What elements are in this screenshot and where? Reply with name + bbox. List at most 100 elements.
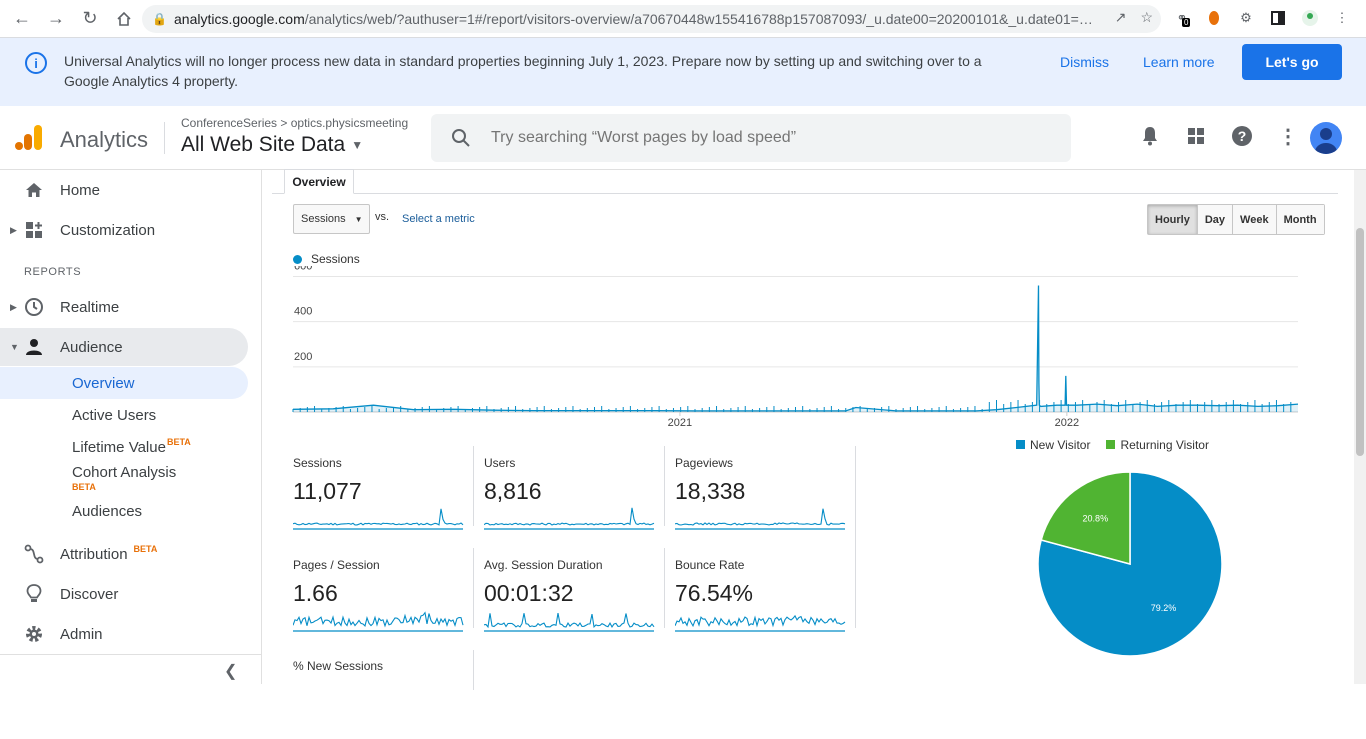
report-content: Overview Sessions ▼ vs. Select a metric H… — [262, 169, 1354, 690]
metric-value: 00:01:32 — [484, 580, 574, 606]
metric-selector[interactable]: Sessions ▼ — [293, 204, 370, 234]
metric-cell[interactable]: Sessions 11,077 — [293, 456, 475, 536]
sparkline-path — [675, 508, 846, 526]
forward-icon[interactable]: → — [40, 3, 72, 35]
collapse-arrow-icon: ▼ — [10, 342, 19, 352]
granularity-week[interactable]: Week — [1233, 205, 1277, 234]
sidebar-subitem-audiences[interactable]: Audiences — [0, 495, 248, 527]
sidebar-item-home[interactable]: Home — [0, 171, 248, 209]
granularity-day[interactable]: Day — [1197, 205, 1234, 234]
sidebar-item-attribution[interactable]: Attribution BETA — [0, 535, 248, 573]
help-icon[interactable]: ? — [1228, 122, 1256, 150]
extension-link-icon[interactable]: ⚭0 — [1172, 8, 1192, 28]
search-box[interactable] — [431, 114, 1071, 162]
app-name: Analytics — [60, 127, 149, 152]
sidebar-subitem-cohort-analysis[interactable]: Cohort Analysis BETA — [0, 461, 248, 497]
browser-toolbar: ← → ↻ 🔒 analytics.google.com/analytics/w… — [0, 0, 1366, 38]
learn-more-link[interactable]: Learn more — [1143, 54, 1215, 70]
metric-cell[interactable]: Pages / Session 1.66 — [293, 558, 475, 638]
sidebar-item-audience[interactable]: ▼ Audience — [0, 328, 248, 366]
search-input[interactable] — [491, 129, 1051, 147]
y-tick-label: 400 — [294, 306, 312, 318]
x-tick-label: 2022 — [1055, 417, 1079, 429]
account-avatar[interactable] — [1310, 122, 1342, 154]
expand-arrow-icon: ▶ — [10, 224, 17, 235]
metric-name: % New Sessions — [293, 659, 384, 673]
side-panel-icon[interactable] — [1268, 8, 1288, 28]
metric-cell[interactable]: Pageviews 18,338 — [675, 456, 857, 536]
tab-overview[interactable]: Overview — [284, 169, 354, 194]
dismiss-button[interactable]: Dismiss — [1060, 54, 1109, 70]
gear-icon — [24, 624, 44, 644]
more-vert-icon[interactable]: ⋮ — [1274, 122, 1302, 150]
metric-cell[interactable]: % New Sessions — [293, 659, 475, 739]
metric-divider — [473, 650, 474, 690]
account-breadcrumb[interactable]: ConferenceSeries > optics.physicsmeeting — [181, 116, 408, 130]
vs-label: vs. — [375, 211, 390, 223]
back-icon[interactable]: ← — [6, 3, 38, 35]
banner-message: Universal Analytics will no longer proce… — [64, 53, 982, 89]
chart-legend: Sessions — [293, 252, 360, 266]
metric-sparkline — [484, 612, 655, 632]
metric-cell[interactable]: Users 8,816 — [484, 456, 666, 536]
metric-value: 1.66 — [293, 580, 338, 606]
metric-divider — [473, 548, 474, 628]
metric-cell[interactable]: Avg. Session Duration 00:01:32 — [484, 558, 666, 638]
pie-legend-new: New Visitor — [1016, 438, 1090, 452]
metric-name: Sessions — [293, 456, 342, 470]
home-icon[interactable] — [108, 3, 140, 35]
page-scrollbar[interactable] — [1354, 170, 1366, 684]
sidebar-subitem-lifetime-value[interactable]: Lifetime ValueBETA — [0, 431, 248, 463]
lets-go-button[interactable]: Let's go — [1242, 44, 1342, 80]
share-icon[interactable]: ↗ — [1115, 9, 1127, 26]
sidebar-subitem-active-users[interactable]: Active Users — [0, 399, 248, 431]
sidebar: Home ▶ Customization REPORTS ▶ Realtime … — [0, 170, 262, 684]
metric-divider — [473, 446, 474, 526]
granularity-month[interactable]: Month — [1276, 205, 1324, 234]
extension-fox-icon[interactable] — [1204, 8, 1224, 28]
sidebar-item-realtime[interactable]: ▶ Realtime — [0, 288, 248, 326]
metric-name: Avg. Session Duration — [484, 558, 603, 572]
granularity-hourly[interactable]: Hourly — [1148, 205, 1198, 234]
browser-menu-icon[interactable]: ⋮ — [1332, 8, 1352, 28]
metric-name: Pages / Session — [293, 558, 380, 572]
view-selector[interactable]: All Web Site Data ▼ — [181, 133, 363, 157]
reload-icon[interactable]: ↻ — [74, 3, 106, 35]
sidebar-item-label: Admin — [60, 625, 103, 643]
sidebar-item-customization[interactable]: ▶ Customization — [0, 211, 248, 249]
url-text: analytics.google.com/analytics/web/?auth… — [174, 11, 1093, 27]
profile-picture-icon[interactable] — [1300, 8, 1320, 28]
sidebar-item-label: Lifetime Value — [72, 438, 166, 456]
sidebar-subitem-overview[interactable]: Overview — [0, 367, 248, 399]
address-bar[interactable]: 🔒 analytics.google.com/analytics/web/?au… — [142, 5, 1161, 33]
granularity-toggle: Hourly Day Week Month — [1147, 204, 1325, 235]
header-divider — [164, 122, 165, 154]
analytics-logo-icon — [15, 125, 42, 150]
metric-value: 8,816 — [484, 478, 542, 504]
sidebar-item-label: Customization — [60, 221, 156, 239]
notifications-bell-icon[interactable] — [1136, 122, 1164, 150]
metric-value: 11,077 — [293, 478, 362, 504]
collapse-sidebar-icon[interactable]: ❮ — [224, 661, 237, 681]
legend-dot — [293, 254, 302, 264]
sidebar-item-label: Discover — [60, 585, 119, 603]
metric-sparkline — [675, 508, 846, 530]
lock-icon: 🔒 — [152, 12, 167, 26]
series-area — [293, 285, 1298, 412]
metric-cell[interactable]: Bounce Rate 76.54% — [675, 558, 857, 638]
extension-badge: 0 — [1182, 18, 1191, 27]
sidebar-item-admin[interactable]: Admin — [0, 615, 248, 653]
sidebar-item-label: Cohort Analysis — [72, 464, 177, 481]
apps-grid-icon[interactable] — [1182, 122, 1210, 150]
bookmark-star-icon[interactable]: ☆ — [1140, 9, 1153, 26]
metric-sparkline — [293, 508, 464, 530]
home-icon — [24, 180, 44, 200]
extensions-puzzle-icon[interactable]: ⚙ — [1236, 8, 1256, 28]
pie-legend: New Visitor Returning Visitor — [1016, 438, 1209, 452]
svg-text:?: ? — [1238, 128, 1247, 144]
sidebar-item-label: Home — [60, 181, 101, 199]
scrollbar-thumb[interactable] — [1356, 228, 1364, 456]
select-metric-link[interactable]: Select a metric — [402, 213, 475, 225]
sidebar-item-discover[interactable]: Discover — [0, 575, 248, 613]
sparkline-path — [484, 507, 655, 526]
